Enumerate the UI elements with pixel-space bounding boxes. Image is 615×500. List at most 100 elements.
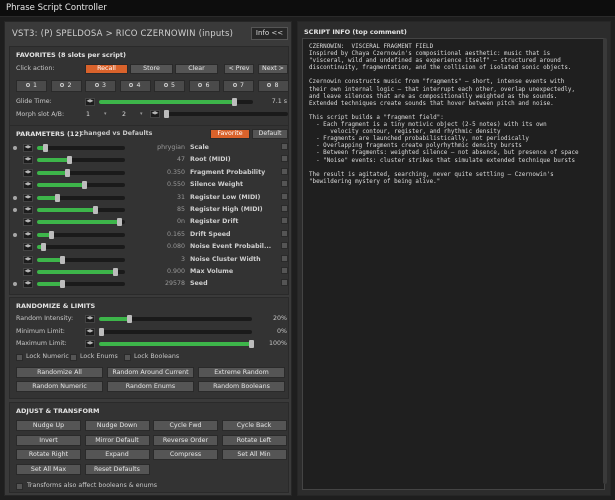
param-slider-handle[interactable]: [113, 268, 119, 276]
recall-button[interactable]: Recall: [85, 64, 128, 74]
param-favorite-checkbox-6[interactable]: [281, 205, 288, 212]
param-favorite-checkbox-4[interactable]: [281, 180, 288, 188]
favorite-slot-4[interactable]: 4: [119, 80, 151, 92]
favorite-slot-1[interactable]: 1: [16, 80, 47, 92]
adjust-button-6[interactable]: Mirror Default: [84, 434, 150, 446]
adjust-button-13[interactable]: Set All Max: [16, 463, 81, 475]
adjust-button-8[interactable]: Rotate Left: [221, 434, 287, 446]
param-slider-handle[interactable]: [42, 144, 48, 152]
param-favorite-checkbox-1[interactable]: [281, 143, 288, 150]
param-slider-11[interactable]: [37, 268, 125, 276]
favorite-slot-5[interactable]: 5: [154, 80, 185, 92]
param-slider-8[interactable]: [37, 230, 125, 239]
limit-stepper-icon[interactable]: ◀▶: [85, 315, 95, 323]
adjust-button-9[interactable]: Rotate Right: [16, 449, 81, 460]
store-button[interactable]: Store: [130, 64, 173, 74]
param-stepper-icon[interactable]: ◀▶: [23, 255, 33, 264]
param-slider-7[interactable]: [37, 218, 125, 227]
param-favorite-checkbox-2[interactable]: [281, 155, 288, 163]
limit-stepper-icon[interactable]: ◀▶: [85, 327, 95, 336]
param-stepper-icon[interactable]: ◀▶: [23, 268, 33, 276]
default-params-button[interactable]: Default: [252, 129, 288, 139]
adjust-button-4[interactable]: Cycle Back: [221, 420, 287, 431]
param-slider-handle[interactable]: [64, 168, 70, 177]
param-favorite-checkbox-11[interactable]: [281, 267, 288, 274]
favorite-slot-7[interactable]: 7: [223, 80, 254, 92]
randomize-button-1[interactable]: Randomize All: [16, 367, 103, 378]
param-stepper-icon[interactable]: ◀▶: [23, 144, 33, 152]
randomize-button-4[interactable]: Random Numeric: [16, 381, 103, 392]
randomize-button-2[interactable]: Random Around Current: [107, 367, 194, 378]
param-stepper-icon[interactable]: ◀▶: [23, 193, 33, 202]
prev-button[interactable]: < Prev: [224, 64, 254, 74]
param-stepper-icon[interactable]: ◀▶: [23, 181, 33, 190]
adjust-button-12[interactable]: Set All Min: [221, 449, 287, 460]
param-slider-handle[interactable]: [92, 206, 98, 214]
morph-a-select[interactable]: 1: [86, 111, 90, 119]
limit-slider-2[interactable]: [99, 327, 252, 336]
param-stepper-icon[interactable]: ◀▶: [23, 280, 33, 289]
param-slider-handle[interactable]: [116, 218, 122, 227]
param-slider-10[interactable]: [37, 255, 125, 264]
adjust-button-5[interactable]: Invert: [16, 434, 81, 446]
lock-checkbox-1[interactable]: [16, 354, 23, 361]
limit-slider-1[interactable]: [99, 315, 252, 323]
param-favorite-checkbox-10[interactable]: [281, 254, 288, 262]
limit-stepper-icon[interactable]: ◀▶: [85, 340, 95, 348]
param-slider-handle[interactable]: [48, 230, 54, 239]
param-stepper-icon[interactable]: ◀▶: [23, 168, 33, 177]
adjust-button-14[interactable]: Reset Defaults: [84, 463, 150, 475]
param-slider-1[interactable]: [37, 144, 125, 152]
param-slider-handle[interactable]: [66, 156, 72, 165]
next-button[interactable]: Next >: [258, 64, 288, 74]
morph-handle[interactable]: [164, 110, 169, 118]
limit-slider-3[interactable]: [99, 340, 254, 348]
randomize-button-6[interactable]: Random Booleans: [198, 381, 285, 392]
favorite-params-button[interactable]: Favorite: [210, 129, 250, 139]
adjust-button-11[interactable]: Compress: [153, 449, 218, 460]
param-favorite-checkbox-3[interactable]: [281, 167, 288, 175]
param-slider-12[interactable]: [37, 280, 125, 289]
info-toggle-button[interactable]: Info <<: [251, 27, 288, 40]
favorite-slot-2[interactable]: 2: [50, 80, 82, 92]
param-favorite-checkbox-12[interactable]: [281, 279, 288, 287]
param-stepper-icon[interactable]: ◀▶: [23, 230, 33, 239]
param-favorite-checkbox-9[interactable]: [281, 242, 288, 250]
adjust-button-3[interactable]: Cycle Fwd: [153, 420, 218, 431]
transforms-affect-checkbox[interactable]: [16, 483, 23, 490]
adjust-button-2[interactable]: Nudge Down: [84, 420, 150, 431]
param-stepper-icon[interactable]: ◀▶: [23, 218, 33, 227]
param-slider-handle[interactable]: [60, 255, 66, 264]
param-slider-4[interactable]: [37, 181, 125, 190]
randomize-button-5[interactable]: Random Enums: [107, 381, 194, 392]
param-favorite-checkbox-5[interactable]: [281, 192, 288, 200]
favorite-slot-8[interactable]: 8: [257, 80, 289, 92]
param-stepper-icon[interactable]: ◀▶: [23, 206, 33, 214]
param-favorite-checkbox-7[interactable]: [281, 217, 288, 225]
morph-a-chevron-icon[interactable]: ▾: [104, 111, 107, 117]
morph-slider[interactable]: [164, 110, 288, 118]
favorite-slot-6[interactable]: 6: [188, 80, 220, 92]
param-stepper-icon[interactable]: ◀▶: [23, 156, 33, 165]
param-slider-handle[interactable]: [82, 181, 88, 190]
adjust-button-7[interactable]: Reverse Order: [153, 434, 218, 446]
glide-stepper-icon[interactable]: ◀▶: [85, 98, 95, 106]
param-slider-handle[interactable]: [55, 193, 61, 202]
adjust-button-10[interactable]: Expand: [84, 449, 150, 460]
param-favorite-checkbox-8[interactable]: [281, 229, 288, 237]
favorite-slot-3[interactable]: 3: [85, 80, 116, 92]
adjust-button-1[interactable]: Nudge Up: [16, 420, 81, 431]
param-slider-5[interactable]: [37, 193, 125, 202]
param-slider-handle[interactable]: [41, 243, 47, 252]
lock-checkbox-3[interactable]: [124, 354, 131, 361]
limit-slider-handle[interactable]: [249, 340, 254, 348]
morph-stepper-icon[interactable]: ◀▶: [150, 110, 160, 118]
param-stepper-icon[interactable]: ◀▶: [23, 243, 33, 252]
morph-b-select[interactable]: 2: [122, 111, 126, 119]
clear-button[interactable]: Clear: [175, 64, 218, 74]
glide-time-handle[interactable]: [231, 98, 237, 106]
limit-slider-handle[interactable]: [126, 315, 132, 323]
lock-checkbox-2[interactable]: [70, 354, 77, 361]
param-slider-6[interactable]: [37, 206, 125, 214]
param-slider-handle[interactable]: [60, 280, 66, 289]
